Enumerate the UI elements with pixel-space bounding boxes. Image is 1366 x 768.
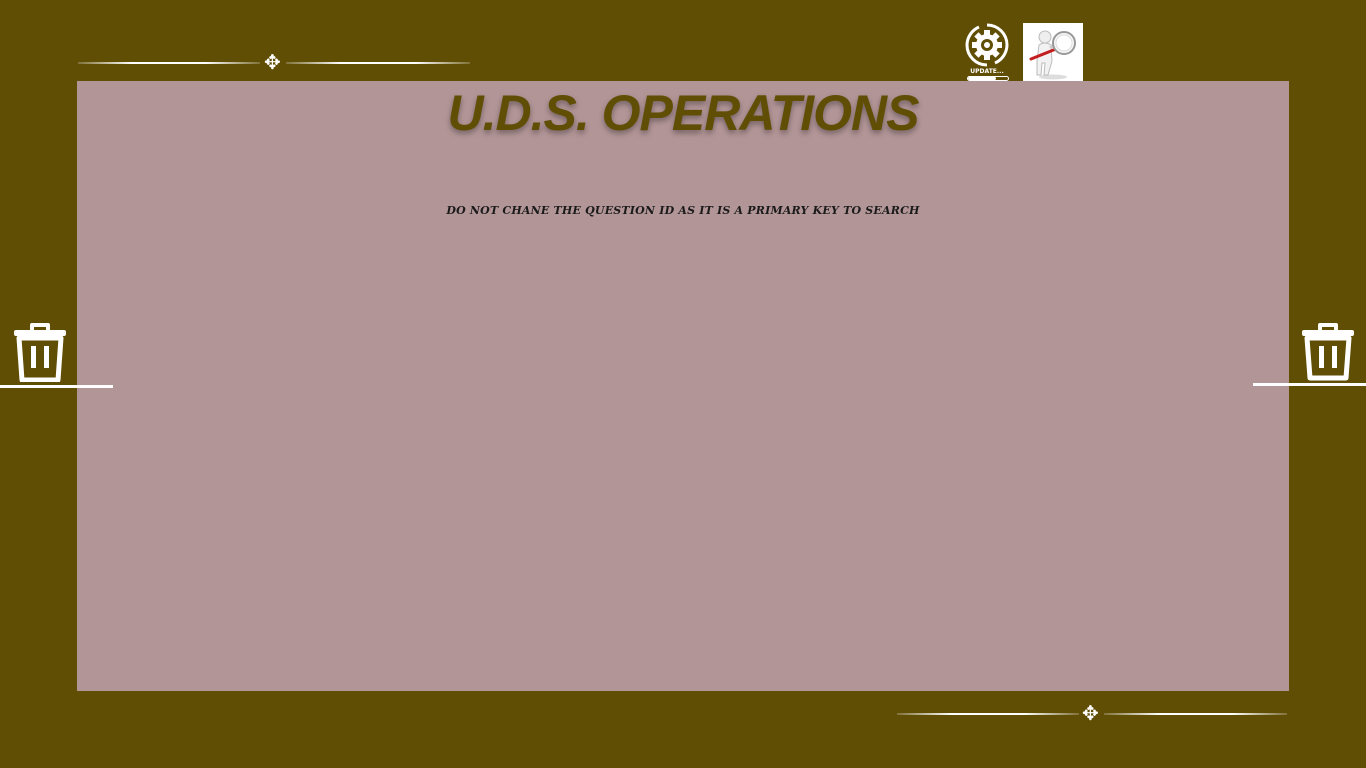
gear-update-icon (965, 23, 1009, 67)
divider-line-right (1104, 713, 1287, 715)
divider-line-left (78, 62, 260, 64)
fleuron-icon: ✥ (264, 50, 281, 74)
delete-button-right[interactable] (1253, 322, 1366, 386)
fleuron-icon: ✥ (1082, 701, 1099, 725)
magnifier-figure-icon (1029, 30, 1076, 80)
trash-underline (1253, 383, 1366, 386)
divider-line-right (286, 62, 470, 64)
divider-line-left (897, 713, 1079, 715)
delete-button-left[interactable] (0, 322, 113, 388)
search-button[interactable] (1023, 23, 1083, 81)
trash-icon (1302, 323, 1354, 381)
bottom-divider: ✥ (897, 703, 1287, 723)
main-panel (77, 81, 1289, 691)
top-divider: ✥ (78, 52, 470, 72)
trash-icon (14, 323, 66, 382)
update-label: UPDATE... (970, 68, 1004, 75)
trash-underline (0, 385, 113, 388)
page-title: U.D.S. OPERATIONS (447, 85, 919, 141)
update-button[interactable]: UPDATE... (963, 21, 1011, 81)
warning-text: DO NOT CHANE THE QUESTION ID AS IT IS A … (446, 204, 920, 217)
